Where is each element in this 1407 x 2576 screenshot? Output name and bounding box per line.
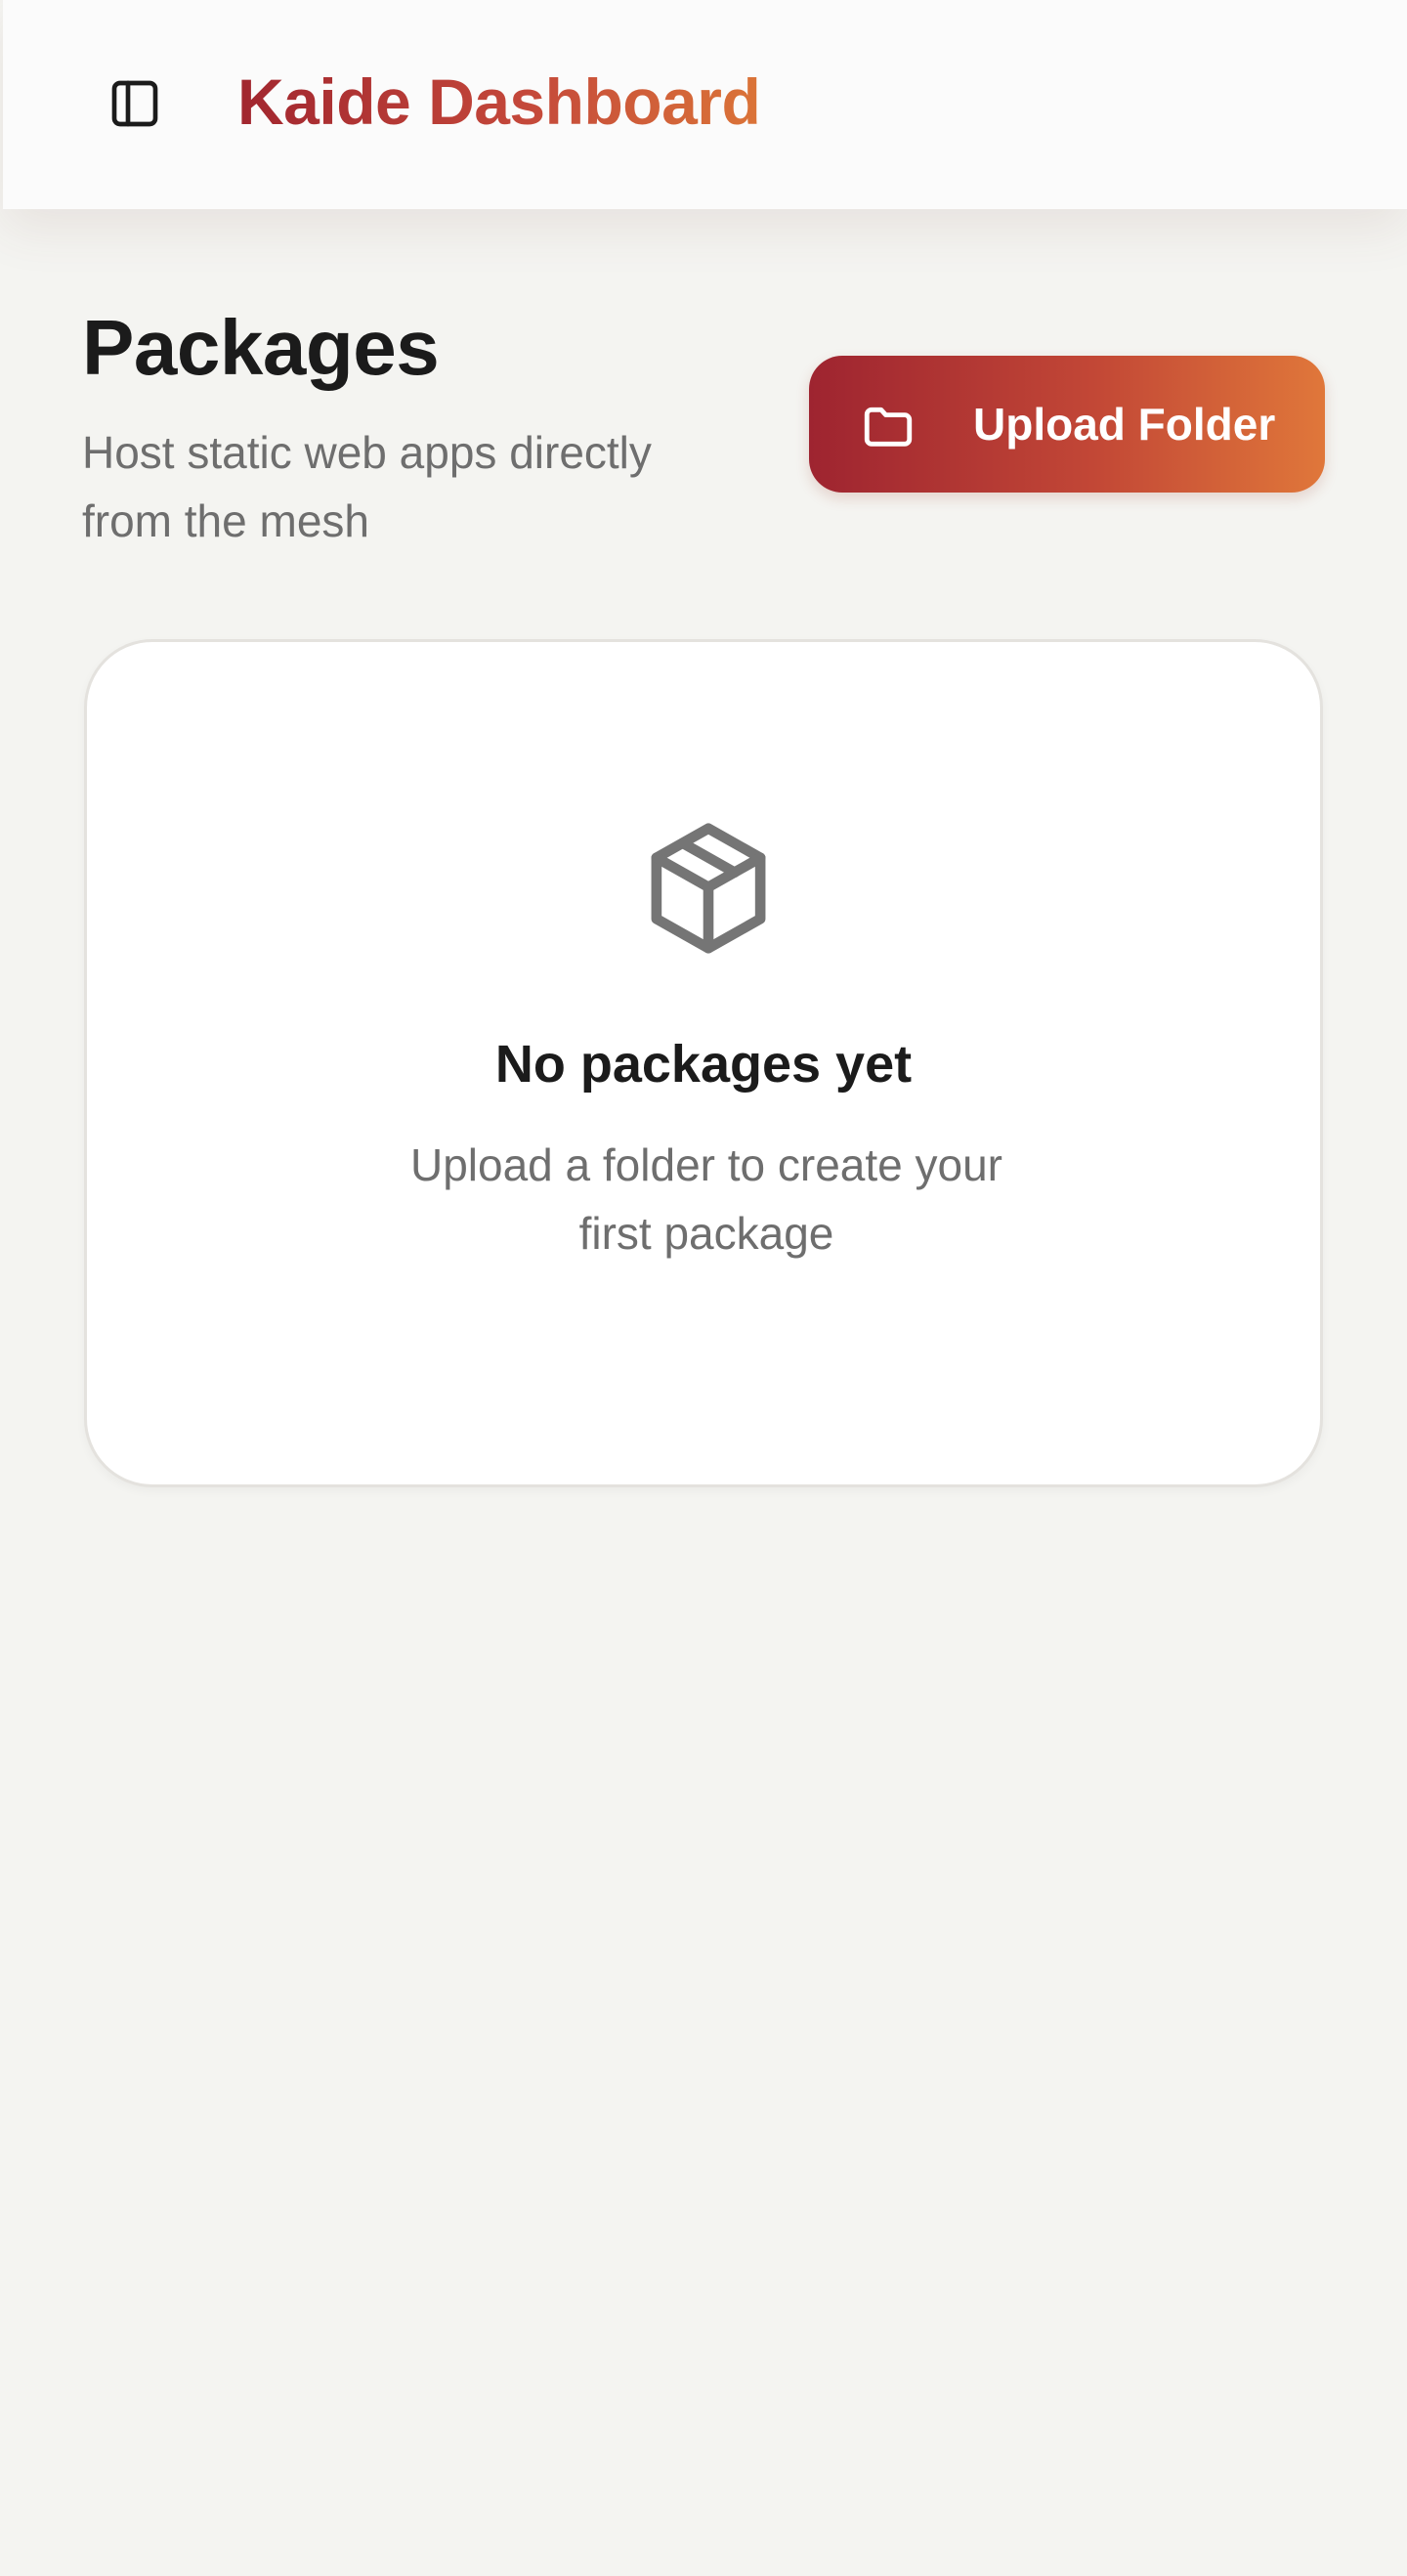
empty-state-card: No packages yet Upload a folder to creat… [84,639,1323,1487]
upload-folder-button[interactable]: Upload Folder [809,356,1325,493]
empty-state-text: Upload a folder to create your first pac… [409,1139,1003,1259]
folder-icon [864,407,913,447]
sidebar-toggle-icon [111,80,158,127]
top-bar: Kaide Dashboard [3,0,1407,209]
page-subtitle: Host static web apps directly from the m… [82,427,652,546]
app-root: Kaide Dashboard Packages Host static web… [0,0,1407,2576]
sidebar-toggle-button[interactable] [81,57,189,150]
brand-title[interactable]: Kaide Dashboard [237,61,761,143]
page-title: Packages [82,304,440,391]
package-icon [651,823,766,954]
upload-folder-label: Upload Folder [973,399,1276,450]
empty-state-title: No packages yet [494,1035,913,1094]
